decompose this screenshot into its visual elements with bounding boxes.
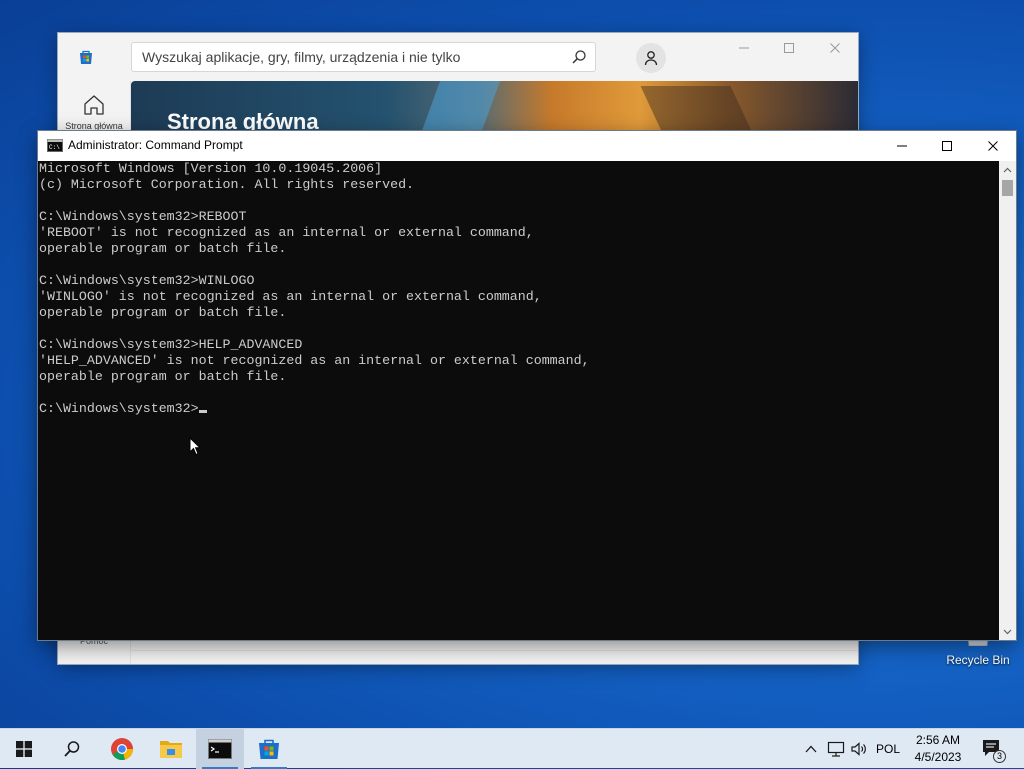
console-line: operable program or batch file. — [39, 369, 999, 385]
system-clock[interactable]: 2:56 AM 4/5/2023 — [906, 732, 970, 766]
nav-home-label: Strona główna — [65, 121, 123, 131]
store-close-button[interactable] — [823, 41, 847, 59]
clock-time: 2:56 AM — [915, 733, 961, 747]
microsoft-store-icon — [259, 739, 279, 759]
hero-art — [421, 81, 501, 131]
command-prompt-icon — [208, 739, 232, 759]
store-minimize-button[interactable] — [732, 41, 756, 59]
close-icon — [830, 43, 840, 53]
taskbar: POL 2:56 AM 4/5/2023 3 — [0, 728, 1024, 769]
hero-title: Strona główna — [167, 109, 319, 131]
volume-control[interactable] — [848, 729, 870, 769]
store-search-input[interactable] — [132, 43, 572, 71]
console-line: Microsoft Windows [Version 10.0.19045.20… — [39, 161, 999, 177]
minimize-icon — [897, 145, 907, 147]
console-line-text: operable program or batch file. — [39, 369, 287, 384]
home-icon — [84, 95, 104, 115]
scroll-up-button[interactable] — [999, 161, 1016, 178]
network-icon — [827, 741, 845, 757]
search-icon[interactable] — [571, 49, 587, 65]
taskbar-search-button[interactable] — [48, 729, 96, 769]
console-line-text: C:\Windows\system32>HELP_ADVANCED — [39, 337, 303, 352]
console-line-text: (c) Microsoft Corporation. All rights re… — [39, 177, 415, 192]
console-line: 'WINLOGO' is not recognized as an intern… — [39, 289, 999, 305]
microsoft-store-logo-icon — [80, 50, 92, 64]
console-line: C:\Windows\system32>WINLOGO — [39, 273, 999, 289]
chevron-down-icon — [1003, 629, 1012, 634]
cmd-window-title: Administrator: Command Prompt — [68, 138, 243, 152]
cmd-console-output[interactable]: Microsoft Windows [Version 10.0.19045.20… — [39, 161, 999, 639]
start-button[interactable] — [0, 729, 48, 769]
taskbar-command-prompt[interactable] — [196, 729, 244, 769]
console-line-text: Microsoft Windows [Version 10.0.19045.20… — [39, 161, 383, 176]
taskbar-file-explorer[interactable] — [147, 729, 195, 769]
console-line-text: operable program or batch file. — [39, 241, 287, 256]
mouse-pointer-icon — [189, 437, 201, 456]
cmd-close-button[interactable] — [970, 131, 1016, 161]
svg-text:C:\: C:\ — [49, 144, 60, 151]
console-line-text: C:\Windows\system32> — [39, 401, 199, 416]
scroll-down-button[interactable] — [999, 623, 1016, 640]
speaker-icon — [851, 742, 866, 756]
divider — [130, 650, 858, 651]
console-line-text: 'HELP_ADVANCED' is not recognized as an … — [39, 353, 590, 368]
command-prompt-window[interactable]: C:\ Administrator: Command Prompt Micros… — [38, 131, 1016, 640]
person-icon — [644, 51, 658, 66]
console-line: 'REBOOT' is not recognized as an interna… — [39, 225, 999, 241]
console-line: C:\Windows\system32>REBOOT — [39, 209, 999, 225]
minimize-icon — [739, 47, 749, 49]
console-line-text: C:\Windows\system32>REBOOT — [39, 209, 247, 224]
file-explorer-icon — [160, 741, 182, 758]
show-hidden-icons-button[interactable] — [800, 729, 822, 769]
console-line-text: 'REBOOT' is not recognized as an interna… — [39, 225, 534, 240]
hero-art — [640, 86, 752, 131]
command-prompt-icon: C:\ — [47, 139, 63, 152]
clock-date: 4/5/2023 — [914, 750, 962, 764]
console-line: C:\Windows\system32> — [39, 401, 999, 417]
console-line-text: 'WINLOGO' is not recognized as an intern… — [39, 289, 542, 304]
console-line: C:\Windows\system32>HELP_ADVANCED — [39, 337, 999, 353]
maximize-icon — [784, 43, 794, 53]
store-maximize-button[interactable] — [777, 41, 801, 59]
input-language-indicator[interactable]: POL — [872, 729, 904, 769]
taskbar-chrome[interactable] — [98, 729, 146, 769]
console-line: 'HELP_ADVANCED' is not recognized as an … — [39, 353, 999, 369]
console-line-text: operable program or batch file. — [39, 305, 287, 320]
scroll-thumb[interactable] — [1002, 180, 1013, 196]
account-avatar[interactable] — [636, 43, 666, 73]
store-hero-banner[interactable]: Strona główna — [131, 81, 858, 131]
console-line-text: C:\Windows\system32>WINLOGO — [39, 273, 255, 288]
chevron-up-icon — [1003, 167, 1012, 172]
recycle-bin-label: Recycle Bin — [946, 653, 1010, 667]
cmd-minimize-button[interactable] — [879, 131, 925, 161]
notification-count-badge: 3 — [993, 750, 1006, 763]
console-line: operable program or batch file. — [39, 305, 999, 321]
console-line: operable program or batch file. — [39, 241, 999, 257]
cmd-title-bar[interactable]: C:\ Administrator: Command Prompt — [38, 131, 1016, 161]
search-icon — [64, 741, 80, 757]
taskbar-microsoft-store[interactable] — [245, 729, 293, 769]
store-search-box[interactable] — [131, 42, 596, 72]
cmd-maximize-button[interactable] — [924, 131, 970, 161]
network-status[interactable] — [824, 729, 848, 769]
close-icon — [988, 141, 998, 151]
chrome-icon — [111, 738, 134, 761]
maximize-icon — [942, 141, 952, 151]
windows-start-icon — [16, 741, 32, 757]
cmd-vertical-scrollbar[interactable] — [999, 161, 1016, 640]
console-line: (c) Microsoft Corporation. All rights re… — [39, 177, 999, 193]
text-cursor — [198, 410, 207, 413]
chevron-up-icon — [805, 745, 817, 753]
